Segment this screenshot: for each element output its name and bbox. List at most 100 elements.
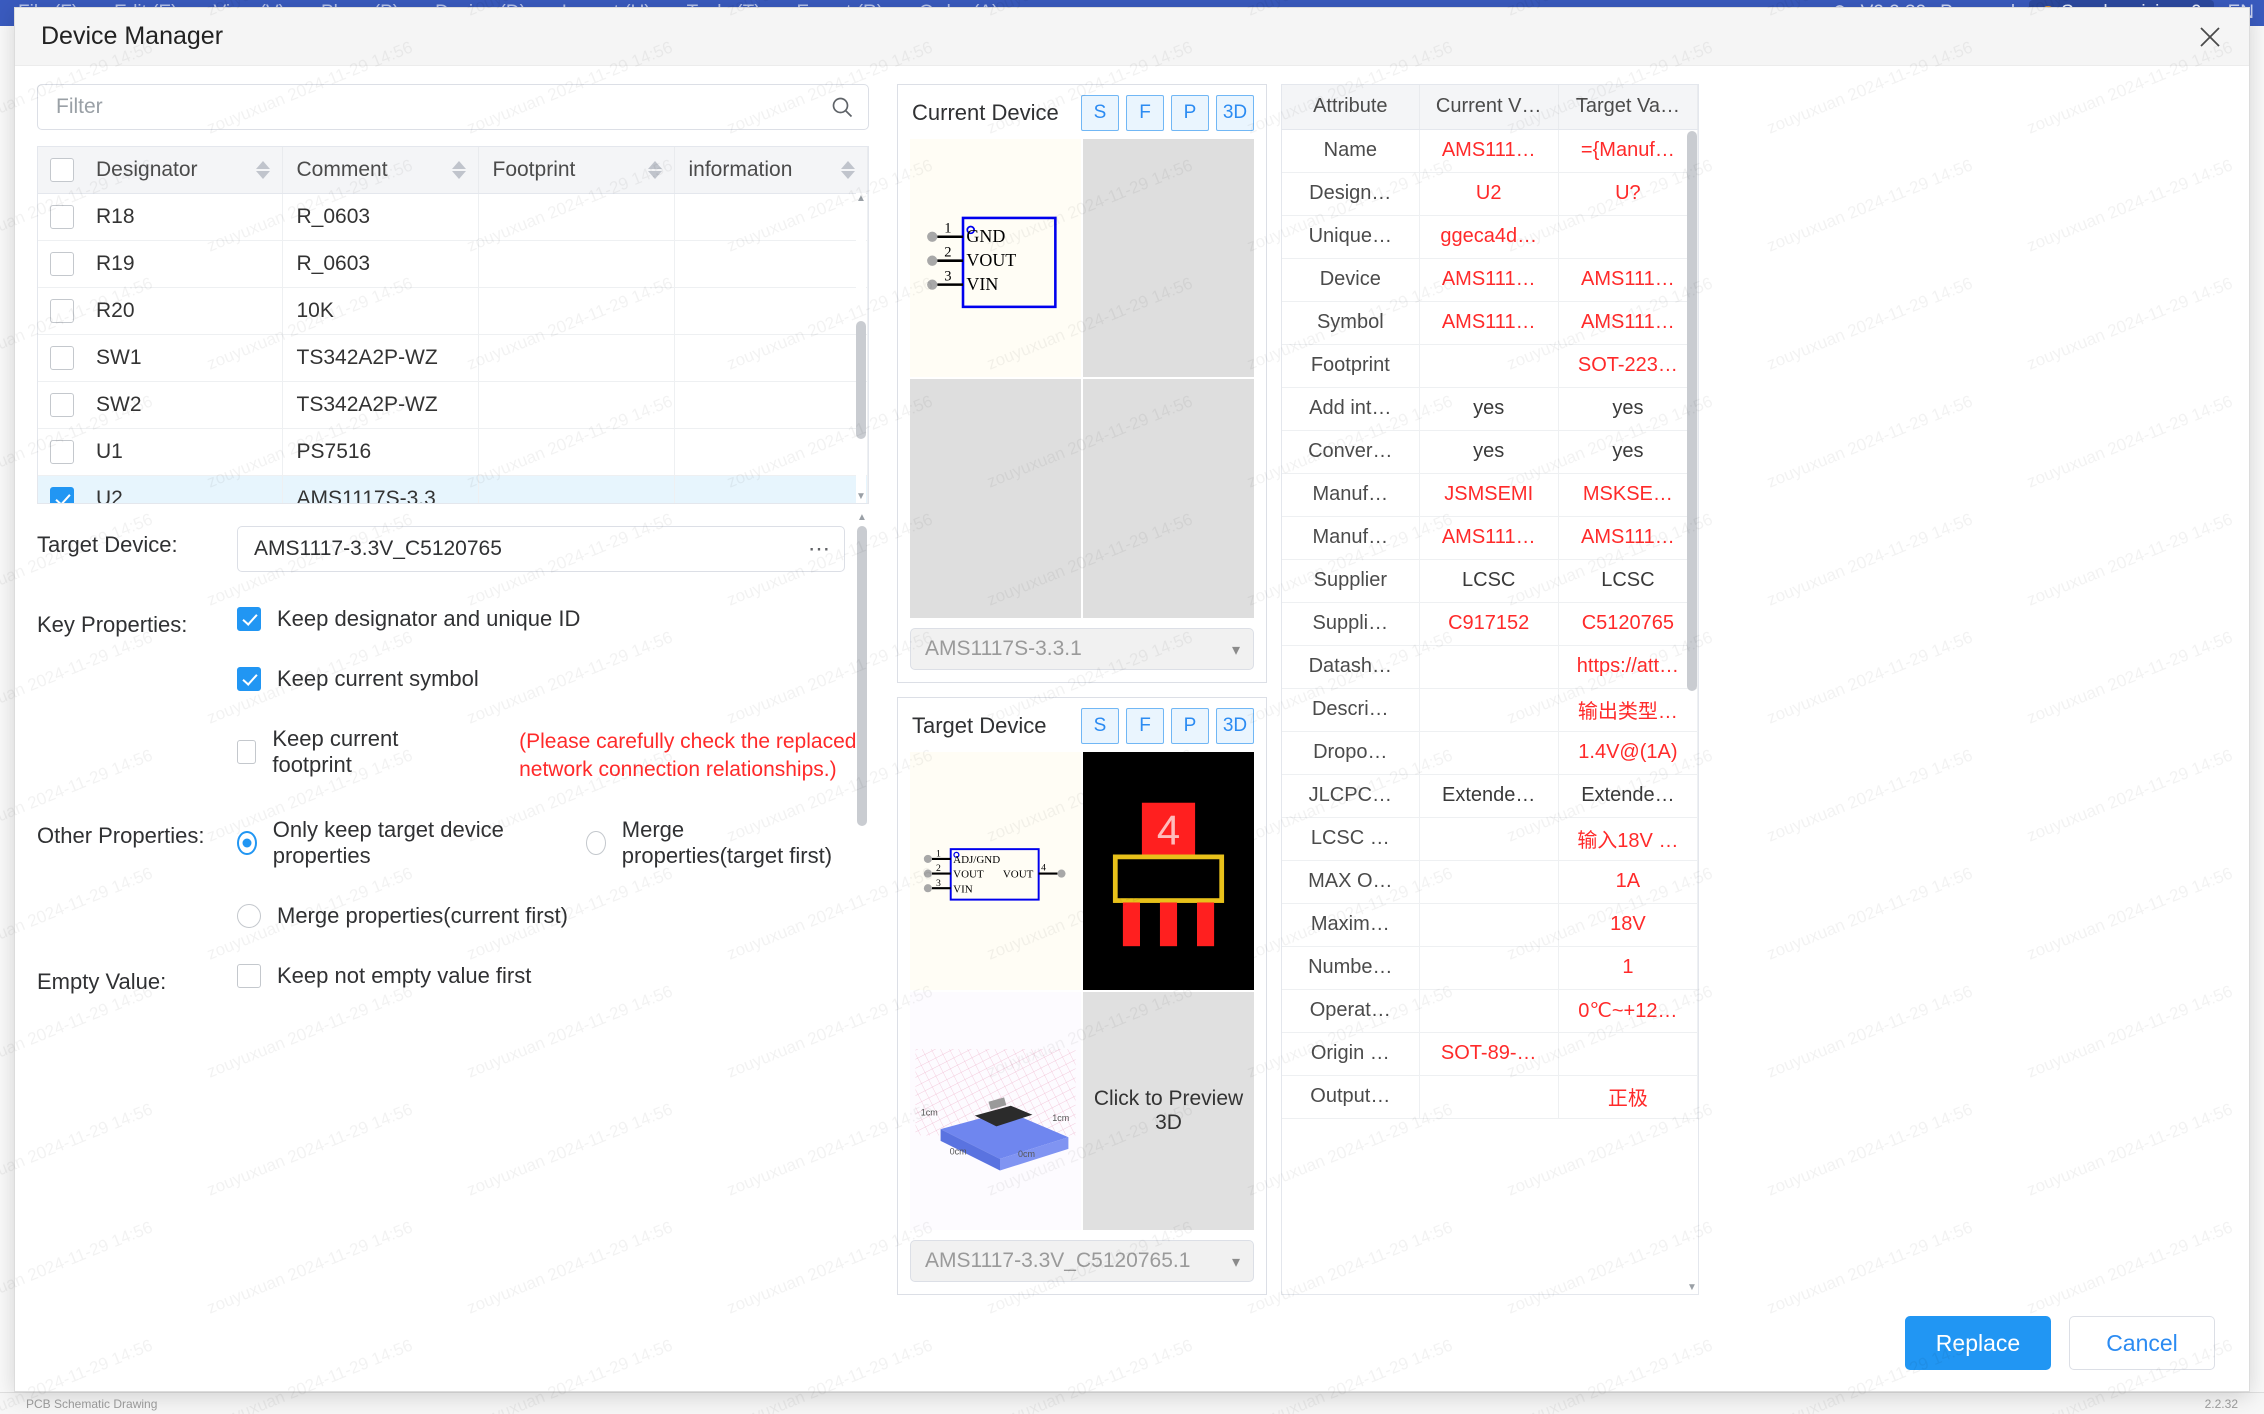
scroll-down-icon[interactable]: ▼ bbox=[856, 491, 866, 503]
attribute-row[interactable]: Origin … SOT-89-… bbox=[1282, 1032, 1698, 1076]
current-device-symbol-preview[interactable]: 1 2 3 GND VOUT VIN bbox=[910, 139, 1081, 378]
scrollbar-thumb[interactable] bbox=[856, 321, 866, 439]
current-view-symbol-button[interactable]: S bbox=[1081, 95, 1119, 131]
attribute-scrollbar-thumb[interactable] bbox=[1687, 131, 1697, 691]
current-device-3d-preview[interactable] bbox=[1083, 379, 1254, 618]
filter-input[interactable] bbox=[37, 84, 869, 130]
row-checkbox[interactable] bbox=[50, 251, 74, 276]
attribute-row[interactable]: Footprint SOT-223… bbox=[1282, 344, 1698, 388]
attribute-row[interactable]: Device AMS111… AMS111… bbox=[1282, 258, 1698, 302]
target-device-input[interactable] bbox=[237, 526, 845, 572]
attribute-row[interactable]: Supplier LCSC LCSC bbox=[1282, 559, 1698, 603]
table-row[interactable]: SW1 TS342A2P-WZ bbox=[38, 334, 868, 382]
keep-designator-option[interactable]: Keep designator and unique ID bbox=[237, 606, 857, 632]
radio-merge-current-first[interactable] bbox=[237, 904, 261, 929]
target-device-3d-model-preview[interactable]: 1cm 1cm 0cm 0cm bbox=[910, 991, 1081, 1230]
scroll-up-icon[interactable]: ▲ bbox=[856, 193, 866, 205]
row-checkbox[interactable] bbox=[50, 298, 74, 323]
column-header-footprint[interactable]: Footprint bbox=[478, 147, 675, 194]
target-view-3d-button[interactable]: 3D bbox=[1216, 707, 1254, 744]
sort-icon-footprint[interactable] bbox=[647, 160, 662, 179]
keep-symbol-option[interactable]: Keep current symbol bbox=[237, 666, 857, 692]
replace-button[interactable]: Replace bbox=[1905, 1316, 2051, 1370]
attribute-row[interactable]: Dropo… 1.4V@(1A) bbox=[1282, 731, 1698, 775]
radio-only-target-option[interactable]: Only keep target device properties bbox=[237, 817, 536, 869]
attribute-row[interactable]: Name AMS111… ={Manuf… bbox=[1282, 129, 1698, 173]
target-device-select[interactable]: AMS1117-3.3V_C5120765.1 bbox=[910, 1240, 1254, 1282]
attribute-row[interactable]: Operat… 0℃~+12… bbox=[1282, 989, 1698, 1033]
table-row[interactable]: R19 R_0603 bbox=[38, 240, 868, 288]
attribute-row[interactable]: Conver… yes yes bbox=[1282, 430, 1698, 474]
target-device-preview-3d-button[interactable]: Click to Preview 3D bbox=[1083, 991, 1254, 1230]
attribute-row[interactable]: Maxim… 18V bbox=[1282, 903, 1698, 947]
form-scrollbar-thumb[interactable] bbox=[857, 526, 867, 826]
attribute-row[interactable]: MAX O… 1A bbox=[1282, 860, 1698, 904]
column-header-current-value[interactable]: Current V… bbox=[1419, 85, 1559, 130]
attribute-row[interactable]: Symbol AMS111… AMS111… bbox=[1282, 301, 1698, 345]
radio-only-target[interactable] bbox=[237, 831, 257, 856]
row-checkbox[interactable] bbox=[50, 204, 74, 229]
column-header-comment[interactable]: Comment bbox=[282, 147, 479, 194]
radio-merge-target-first-option[interactable]: Merge properties(target first) bbox=[586, 817, 841, 869]
search-icon[interactable] bbox=[831, 96, 853, 118]
sort-icon-designator[interactable] bbox=[255, 160, 270, 179]
keep-symbol-checkbox[interactable] bbox=[237, 667, 261, 691]
target-device-footprint-preview[interactable]: 4 bbox=[1083, 751, 1254, 990]
attribute-row[interactable]: Suppli… C917152 C5120765 bbox=[1282, 602, 1698, 646]
attribute-table-scrollbar[interactable]: ▼ bbox=[1687, 129, 1697, 1294]
keep-not-empty-checkbox[interactable] bbox=[237, 964, 261, 989]
row-checkbox[interactable] bbox=[50, 439, 74, 464]
attribute-row[interactable]: Numbe… 1 bbox=[1282, 946, 1698, 990]
current-view-3d-button[interactable]: 3D bbox=[1216, 95, 1254, 131]
current-view-footprint-button[interactable]: F bbox=[1126, 95, 1164, 131]
attribute-row[interactable]: Descri… 输出类型… bbox=[1282, 688, 1698, 732]
target-view-symbol-button[interactable]: S bbox=[1081, 707, 1119, 744]
attribute-row[interactable]: Datash… https://att… bbox=[1282, 645, 1698, 689]
column-header-attribute[interactable]: Attribute bbox=[1282, 85, 1420, 130]
row-checkbox[interactable] bbox=[50, 345, 74, 370]
attribute-row[interactable]: Output… 正极 bbox=[1282, 1075, 1698, 1119]
table-row[interactable]: R20 10K bbox=[38, 287, 868, 335]
target-device-row: Target Device: ⋯ bbox=[37, 526, 845, 572]
current-view-pcb-button[interactable]: P bbox=[1171, 95, 1209, 131]
table-row[interactable]: U1 PS7516 bbox=[38, 428, 868, 476]
keep-footprint-checkbox[interactable] bbox=[237, 740, 257, 764]
attribute-row[interactable]: Unique… ggeca4d… bbox=[1282, 215, 1698, 259]
device-table-scrollbar[interactable]: ▲ ▼ bbox=[856, 193, 866, 503]
column-header-target-value[interactable]: Target Va… bbox=[1558, 85, 1698, 130]
attribute-row[interactable]: Design… U2 U? bbox=[1282, 172, 1698, 216]
select-all-checkbox[interactable] bbox=[50, 157, 74, 182]
attribute-row[interactable]: JLCPC… Extende… Extende… bbox=[1282, 774, 1698, 818]
attribute-row[interactable]: Manuf… JSMSEMI MSKSE… bbox=[1282, 473, 1698, 517]
cancel-button[interactable]: Cancel bbox=[2069, 1316, 2215, 1370]
table-row[interactable]: SW2 TS342A2P-WZ bbox=[38, 381, 868, 429]
cell-information bbox=[674, 240, 868, 288]
attr-scroll-down-icon[interactable]: ▼ bbox=[1687, 1282, 1697, 1294]
form-scrollbar[interactable]: ▲ bbox=[857, 512, 867, 926]
keep-not-empty-option[interactable]: Keep not empty value first bbox=[237, 963, 841, 989]
row-checkbox[interactable] bbox=[50, 486, 74, 503]
current-device-select[interactable]: AMS1117S-3.3.1 bbox=[910, 627, 1254, 670]
keep-designator-checkbox[interactable] bbox=[237, 607, 261, 631]
sort-icon-comment[interactable] bbox=[451, 160, 466, 179]
target-view-footprint-button[interactable]: F bbox=[1126, 707, 1164, 744]
row-checkbox[interactable] bbox=[50, 392, 74, 417]
column-header-information[interactable]: information bbox=[674, 147, 868, 194]
current-device-footprint-preview[interactable] bbox=[1083, 139, 1254, 378]
attribute-row[interactable]: Manuf… AMS111… AMS111… bbox=[1282, 516, 1698, 560]
target-device-symbol-preview[interactable]: 1 2 3 4 ADJ/GND VOUT VIN VOUT bbox=[910, 751, 1081, 990]
more-options-icon[interactable]: ⋯ bbox=[808, 536, 831, 562]
current-device-pcb-preview[interactable] bbox=[910, 379, 1081, 618]
attribute-row[interactable]: Add int… yes yes bbox=[1282, 387, 1698, 431]
sort-icon-information[interactable] bbox=[841, 160, 855, 179]
table-row[interactable]: R18 R_0603 bbox=[38, 193, 868, 241]
table-row[interactable]: U2 AMS1117S-3.3 bbox=[38, 475, 868, 503]
radio-merge-current-first-option[interactable]: Merge properties(current first) bbox=[237, 903, 841, 929]
radio-merge-target-first[interactable] bbox=[586, 831, 606, 856]
close-icon[interactable] bbox=[2193, 20, 2227, 54]
form-scroll-up-icon[interactable]: ▲ bbox=[857, 512, 867, 524]
column-header-designator[interactable]: Designator bbox=[82, 147, 283, 194]
keep-footprint-option[interactable]: Keep current footprint bbox=[237, 726, 439, 778]
attribute-row[interactable]: LCSC … 输入18V … bbox=[1282, 817, 1698, 861]
target-view-pcb-button[interactable]: P bbox=[1171, 707, 1209, 744]
